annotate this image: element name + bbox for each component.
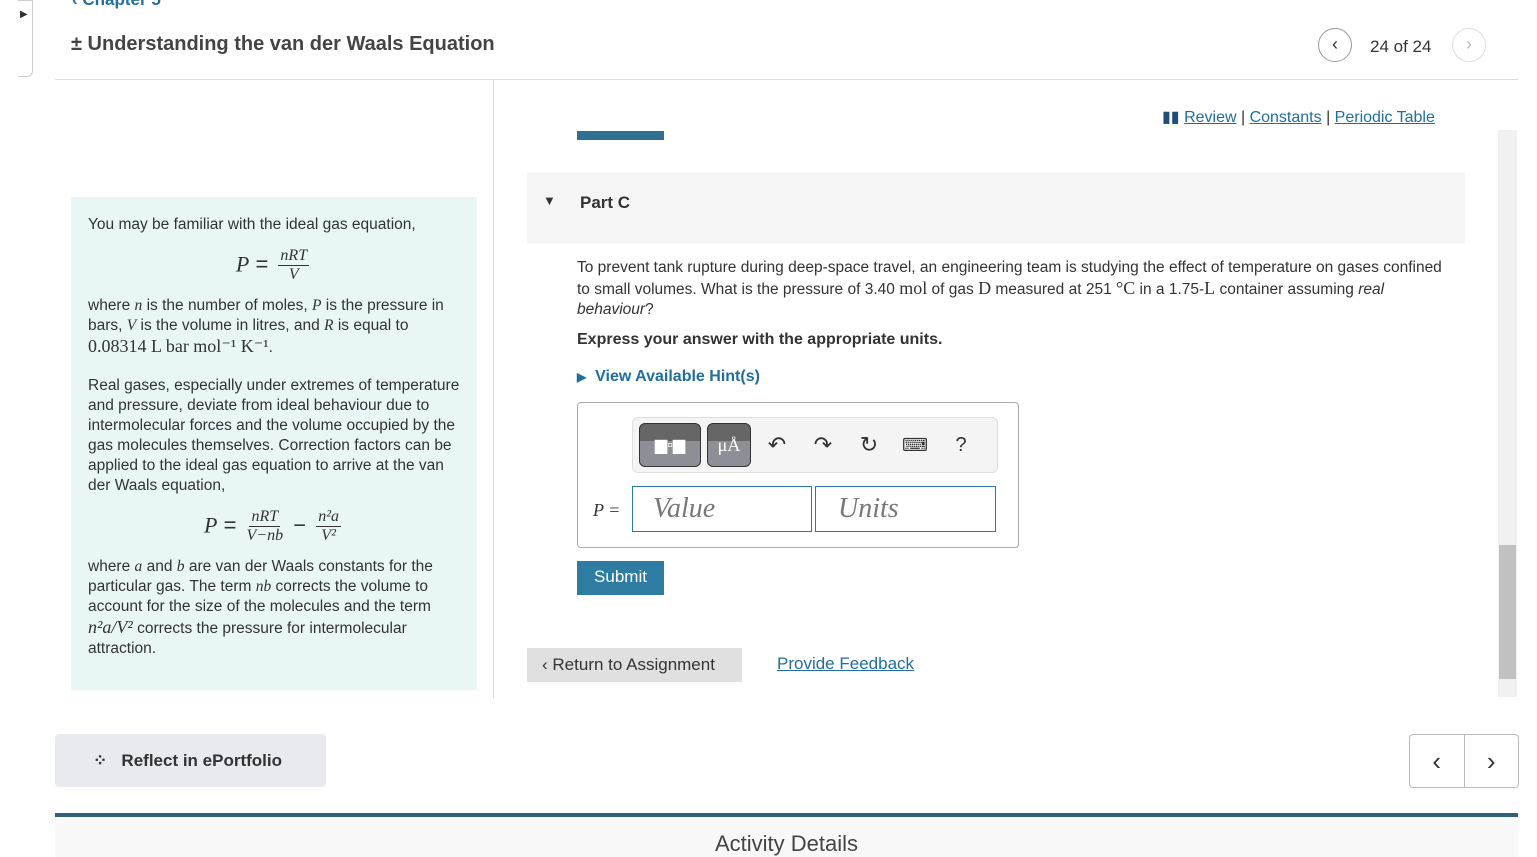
collapse-icon: ▼ <box>543 193 556 208</box>
next-item-button[interactable]: › <box>1452 28 1486 62</box>
scrollbar[interactable] <box>1498 130 1517 697</box>
redo-icon[interactable]: ↷ <box>803 432 843 458</box>
prev-item-button[interactable]: ‹ <box>1318 28 1352 62</box>
next-page-button[interactable]: › <box>1465 735 1519 787</box>
caret-right-icon: ▶ <box>20 9 28 20</box>
book-icon: ▮▮ <box>1162 109 1180 126</box>
pager-text: 24 of 24 <box>1370 37 1432 56</box>
units-input[interactable]: Units <box>815 486 996 532</box>
progress-bar <box>577 131 664 140</box>
page-title: ± Understanding the van der Waals Equati… <box>71 33 495 55</box>
intro-panel: You may be familiar with the ideal gas e… <box>71 197 477 690</box>
undo-icon[interactable]: ↶ <box>757 432 797 458</box>
prev-page-button[interactable]: ‹ <box>1410 735 1465 787</box>
ideal-gas-equation: P = nRT V <box>235 247 310 283</box>
return-button[interactable]: ‹ Return to Assignment <box>527 648 742 682</box>
question-text: To prevent tank rupture during deep-spac… <box>577 259 1442 318</box>
chevron-left-icon: ‹ <box>542 655 548 674</box>
activity-details-panel: Activity Details <box>55 813 1518 857</box>
eportfolio-icon: ⁘ <box>93 751 108 770</box>
chapter-link[interactable]: ‹ Chapter 5 <box>72 0 161 10</box>
column-divider <box>493 80 494 698</box>
resource-links: ▮▮ Review | Constants | Periodic Table <box>1162 109 1435 126</box>
keyboard-icon[interactable]: ⌨ <box>895 435 935 456</box>
p-label: P = <box>593 500 621 520</box>
math-toolbar: ▆▫▆ μÅ ↶ ↷ ↻ ⌨ ? <box>632 417 998 473</box>
feedback-link[interactable]: Provide Feedback <box>777 654 914 674</box>
van-der-waals-equation: P = nRT V−nb − n²a V² <box>204 508 341 544</box>
part-header[interactable]: ▼ Part C <box>527 173 1465 243</box>
constants-text: where a and b are van der Waals constant… <box>88 558 433 657</box>
periodic-table-link[interactable]: Periodic Table <box>1335 109 1435 126</box>
hints-toggle[interactable]: ▶ View Available Hint(s) <box>577 368 760 386</box>
reflect-button[interactable]: ⁘ Reflect in ePortfolio <box>55 734 326 787</box>
templates-button[interactable]: ▆▫▆ <box>639 423 701 467</box>
units-button[interactable]: μÅ <box>707 423 751 467</box>
value-input[interactable]: Value <box>632 486 812 532</box>
reset-icon[interactable]: ↻ <box>849 432 889 458</box>
help-icon[interactable]: ? <box>941 434 981 457</box>
nav-buttons: ‹ › <box>1409 734 1519 788</box>
instructions: Express your answer with the appropriate… <box>577 331 943 348</box>
caret-right-icon: ▶ <box>577 370 587 384</box>
submit-button[interactable]: Submit <box>577 561 664 595</box>
constants-link[interactable]: Constants <box>1250 109 1322 126</box>
header-divider <box>55 79 1518 80</box>
review-link[interactable]: Review <box>1184 109 1236 126</box>
answer-box: ▆▫▆ μÅ ↶ ↷ ↻ ⌨ ? P = Value Units <box>577 402 1019 548</box>
variables-text: where n is the number of moles, P is the… <box>88 297 444 356</box>
sidebar-toggle[interactable]: ▶ <box>18 0 33 77</box>
